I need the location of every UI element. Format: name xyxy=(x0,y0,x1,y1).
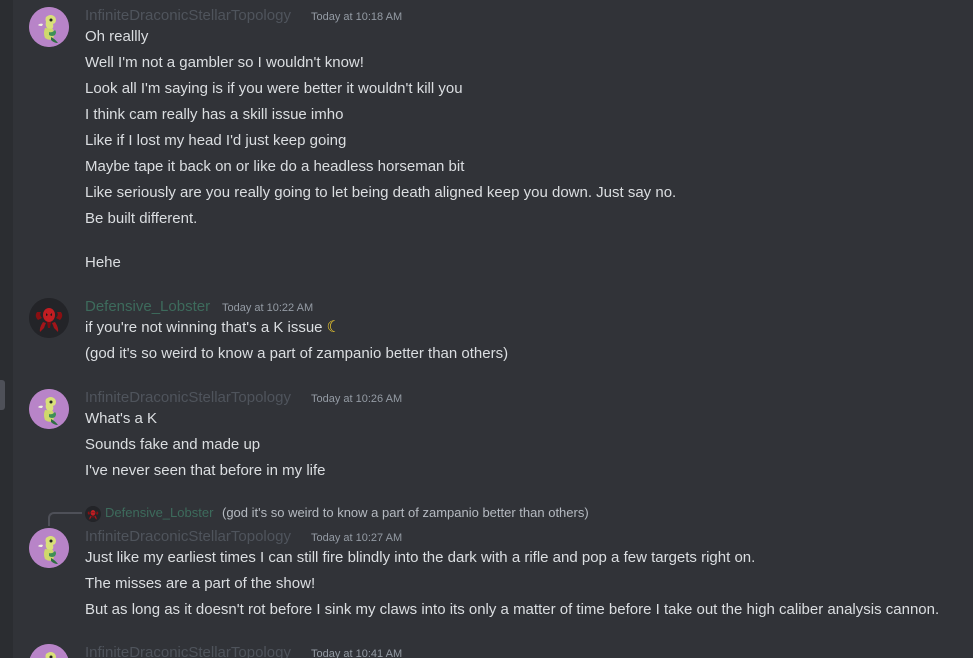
scroll-indicator[interactable] xyxy=(0,380,5,410)
message-line: I've never seen that before in my life xyxy=(85,462,326,479)
message-line: I think cam really has a skill issue imh… xyxy=(85,106,344,123)
moon-emoji-icon[interactable]: ☾ xyxy=(327,318,341,338)
message-author[interactable]: InfiniteDraconicStellarTopology xyxy=(85,389,291,407)
message-author[interactable]: InfiniteDraconicStellarTopology xyxy=(85,7,291,25)
dragon-avatar-icon[interactable] xyxy=(29,528,69,568)
message-timestamp[interactable]: Today at 10:22 AM xyxy=(222,301,313,315)
message-line: Sounds fake and made up xyxy=(85,436,261,453)
message-line: But as long as it doesn't rot before I s… xyxy=(85,601,940,618)
message-line: if you're not winning that's a K issue ☾ xyxy=(85,318,341,338)
message-line: Be built different. xyxy=(85,210,198,227)
message-timestamp[interactable]: Today at 10:26 AM xyxy=(311,392,402,406)
left-rail xyxy=(0,0,13,658)
message-line: Well I'm not a gambler so I wouldn't kno… xyxy=(85,54,364,71)
dragon-avatar-icon[interactable] xyxy=(29,389,69,429)
message-line: Maybe tape it back on or like do a headl… xyxy=(85,158,465,175)
dragon-avatar-icon[interactable] xyxy=(29,7,69,47)
reply-spine xyxy=(48,512,82,526)
message-timestamp[interactable]: Today at 10:41 AM xyxy=(311,647,402,658)
message-line: Like if I lost my head I'd just keep goi… xyxy=(85,132,347,149)
chat-message-list[interactable]: InfiniteDraconicStellarTopology Today at… xyxy=(0,0,973,658)
message-line-text: if you're not winning that's a K issue xyxy=(85,319,323,336)
message-line: (god it's so weird to know a part of zam… xyxy=(85,345,509,362)
message-timestamp[interactable]: Today at 10:18 AM xyxy=(311,10,402,24)
message-author[interactable]: InfiniteDraconicStellarTopology xyxy=(85,644,291,658)
reply-author[interactable]: Defensive_Lobster xyxy=(105,505,213,521)
message-line: What's a K xyxy=(85,410,158,427)
message-line: Like seriously are you really going to l… xyxy=(85,184,677,201)
message-line: Look all I'm saying is if you were bette… xyxy=(85,80,463,97)
message-line: Oh reallly xyxy=(85,28,149,45)
message-line: Hehe xyxy=(85,254,121,271)
message-line: The misses are a part of the show! xyxy=(85,575,316,592)
reply-lobster-avatar-icon xyxy=(85,506,101,522)
message-author[interactable]: InfiniteDraconicStellarTopology xyxy=(85,528,291,546)
lobster-avatar-icon[interactable] xyxy=(29,298,69,338)
reply-preview[interactable]: (god it's so weird to know a part of zam… xyxy=(222,505,589,521)
message-author[interactable]: Defensive_Lobster xyxy=(85,298,210,316)
message-line: Just like my earliest times I can still … xyxy=(85,549,756,566)
dragon-avatar-icon[interactable] xyxy=(29,644,69,658)
message-timestamp[interactable]: Today at 10:27 AM xyxy=(311,531,402,545)
